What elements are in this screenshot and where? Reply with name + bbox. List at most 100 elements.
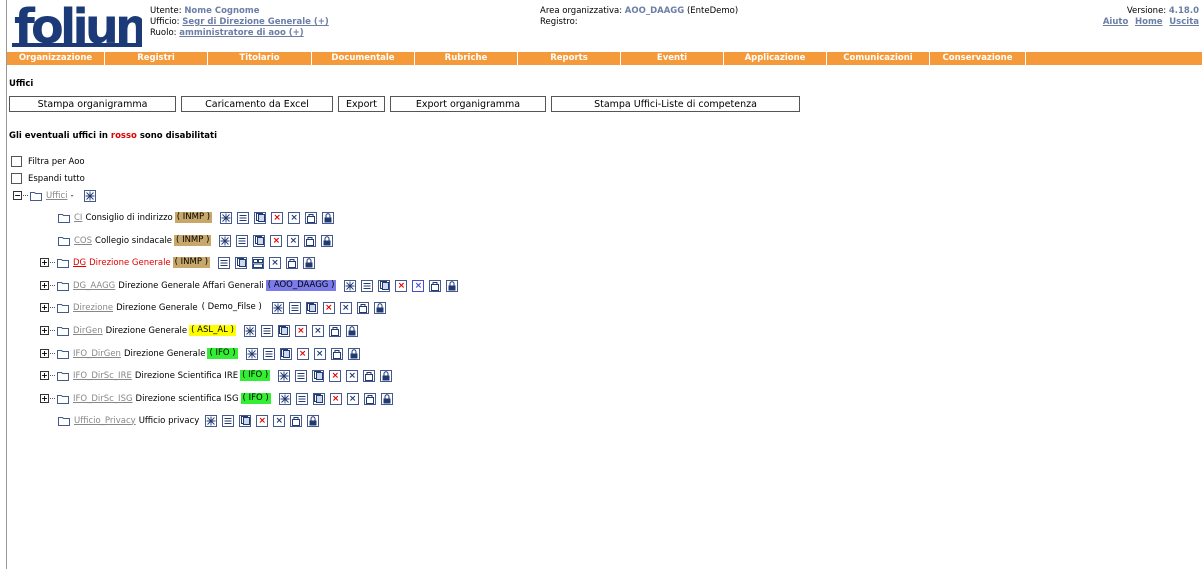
role-icon[interactable] xyxy=(328,324,341,337)
export-organigramma-button[interactable]: Export organigramma xyxy=(390,96,546,112)
office-code-link[interactable]: DirGen xyxy=(73,326,103,336)
list-icon[interactable] xyxy=(236,234,249,247)
menu-comunicazioni[interactable]: Comunicazioni xyxy=(827,52,930,65)
list-icon[interactable] xyxy=(295,369,308,382)
remove-icon[interactable]: × xyxy=(273,414,286,427)
role-icon[interactable] xyxy=(286,256,299,269)
copy-icon[interactable] xyxy=(378,279,391,292)
collapse-icon[interactable]: − xyxy=(13,191,22,200)
copy-icon[interactable] xyxy=(254,211,267,224)
lock-icon[interactable] xyxy=(446,279,459,292)
lock-icon[interactable] xyxy=(380,369,393,382)
copy-icon[interactable] xyxy=(277,324,290,337)
move-icon[interactable] xyxy=(344,279,357,292)
office-code-link[interactable]: DG_AAGG xyxy=(73,281,115,291)
menu-titolario[interactable]: Titolario xyxy=(208,52,312,65)
expand-icon[interactable]: + xyxy=(40,349,49,358)
menu-applicazione[interactable]: Applicazione xyxy=(724,52,827,65)
move-icon[interactable] xyxy=(243,324,256,337)
menu-eventi[interactable]: Eventi xyxy=(621,52,724,65)
delete-red-icon[interactable]: × xyxy=(322,301,335,314)
expand-icon[interactable]: + xyxy=(40,326,49,335)
uscita-link[interactable]: Uscita xyxy=(1169,17,1199,27)
remove-icon[interactable]: × xyxy=(346,369,359,382)
lock-icon[interactable] xyxy=(345,324,358,337)
lock-icon[interactable] xyxy=(307,414,320,427)
office-code-link[interactable]: CI xyxy=(74,213,82,223)
list-icon[interactable] xyxy=(218,256,231,269)
list-icon[interactable] xyxy=(222,414,235,427)
move-icon[interactable] xyxy=(205,414,218,427)
menu-documentale[interactable]: Documentale xyxy=(312,52,415,65)
move-icon[interactable] xyxy=(278,369,291,382)
remove-icon[interactable]: × xyxy=(311,324,324,337)
lock-icon[interactable] xyxy=(373,301,386,314)
delete-red-icon[interactable]: × xyxy=(296,347,309,360)
copy-icon[interactable] xyxy=(253,234,266,247)
ruolo-link[interactable]: amministratore di aoo (+) xyxy=(179,28,303,38)
delete-red-icon[interactable]: × xyxy=(329,392,342,405)
ufficio-link[interactable]: Segr di Direzione Generale (+) xyxy=(182,17,329,27)
role-icon[interactable] xyxy=(330,347,343,360)
remove-icon[interactable]: × xyxy=(313,347,326,360)
lock-icon[interactable] xyxy=(322,211,335,224)
copy-icon[interactable] xyxy=(239,414,252,427)
lock-icon[interactable] xyxy=(347,347,360,360)
lock-icon[interactable] xyxy=(303,256,316,269)
espandi-tutto-checkbox[interactable] xyxy=(11,173,22,184)
filtra-aoo-checkbox[interactable] xyxy=(11,156,22,167)
stampa-uffici-liste-button[interactable]: Stampa Uffici-Liste di competenza xyxy=(551,96,800,112)
home-link[interactable]: Home xyxy=(1135,17,1163,27)
expand-icon[interactable]: + xyxy=(40,281,49,290)
menu-conservazione[interactable]: Conservazione xyxy=(930,52,1026,65)
move-icon[interactable] xyxy=(83,189,96,202)
office-code-link[interactable]: IFO_DirGen xyxy=(73,349,121,359)
caricamento-excel-button[interactable]: Caricamento da Excel xyxy=(181,96,333,112)
lock-icon[interactable] xyxy=(321,234,334,247)
role-icon[interactable] xyxy=(429,279,442,292)
move-icon[interactable] xyxy=(271,301,284,314)
delete-red-icon[interactable]: × xyxy=(329,369,342,382)
list-icon[interactable] xyxy=(237,211,250,224)
menu-rubriche[interactable]: Rubriche xyxy=(415,52,518,65)
expand-icon[interactable]: + xyxy=(40,371,49,380)
menu-reports[interactable]: Reports xyxy=(518,52,621,65)
move-icon[interactable] xyxy=(219,234,232,247)
list-icon[interactable] xyxy=(288,301,301,314)
copy-icon[interactable] xyxy=(305,301,318,314)
office-code-link[interactable]: Ufficio_Privacy xyxy=(74,416,136,426)
menu-organizzazione[interactable]: Organizzazione xyxy=(7,52,105,65)
move-icon[interactable] xyxy=(278,392,291,405)
delete-red-icon[interactable]: × xyxy=(395,279,408,292)
remove-icon[interactable]: × xyxy=(288,211,301,224)
list-icon[interactable] xyxy=(262,347,275,360)
remove-blue-icon[interactable]: × xyxy=(412,279,425,292)
expand-icon[interactable]: + xyxy=(40,258,49,267)
menu-registri[interactable]: Registri xyxy=(105,52,208,65)
move-icon[interactable] xyxy=(245,347,258,360)
role-icon[interactable] xyxy=(305,211,318,224)
expand-icon[interactable]: + xyxy=(40,303,49,312)
move-icon[interactable] xyxy=(220,211,233,224)
aiuto-link[interactable]: Aiuto xyxy=(1103,17,1128,27)
office-code-link[interactable]: DG xyxy=(73,258,86,268)
office-code-link[interactable]: Direzione xyxy=(73,303,113,313)
stampa-organigramma-button[interactable]: Stampa organigramma xyxy=(9,96,176,112)
role-icon[interactable] xyxy=(304,234,317,247)
list-icon[interactable] xyxy=(361,279,374,292)
list-icon[interactable] xyxy=(295,392,308,405)
delete-red-icon[interactable]: × xyxy=(256,414,269,427)
role-icon[interactable] xyxy=(290,414,303,427)
role-icon[interactable] xyxy=(356,301,369,314)
lock-icon[interactable] xyxy=(380,392,393,405)
export-button[interactable]: Export xyxy=(338,96,385,112)
delete-red-icon[interactable]: × xyxy=(294,324,307,337)
copy-icon[interactable] xyxy=(235,256,248,269)
remove-icon[interactable]: × xyxy=(339,301,352,314)
delete-red-icon[interactable]: × xyxy=(270,234,283,247)
role-icon[interactable] xyxy=(363,369,376,382)
office-code-link[interactable]: IFO_DirSc_IRE xyxy=(73,371,132,381)
remove-icon[interactable]: × xyxy=(269,256,282,269)
remove-icon[interactable]: × xyxy=(346,392,359,405)
list-icon[interactable] xyxy=(260,324,273,337)
